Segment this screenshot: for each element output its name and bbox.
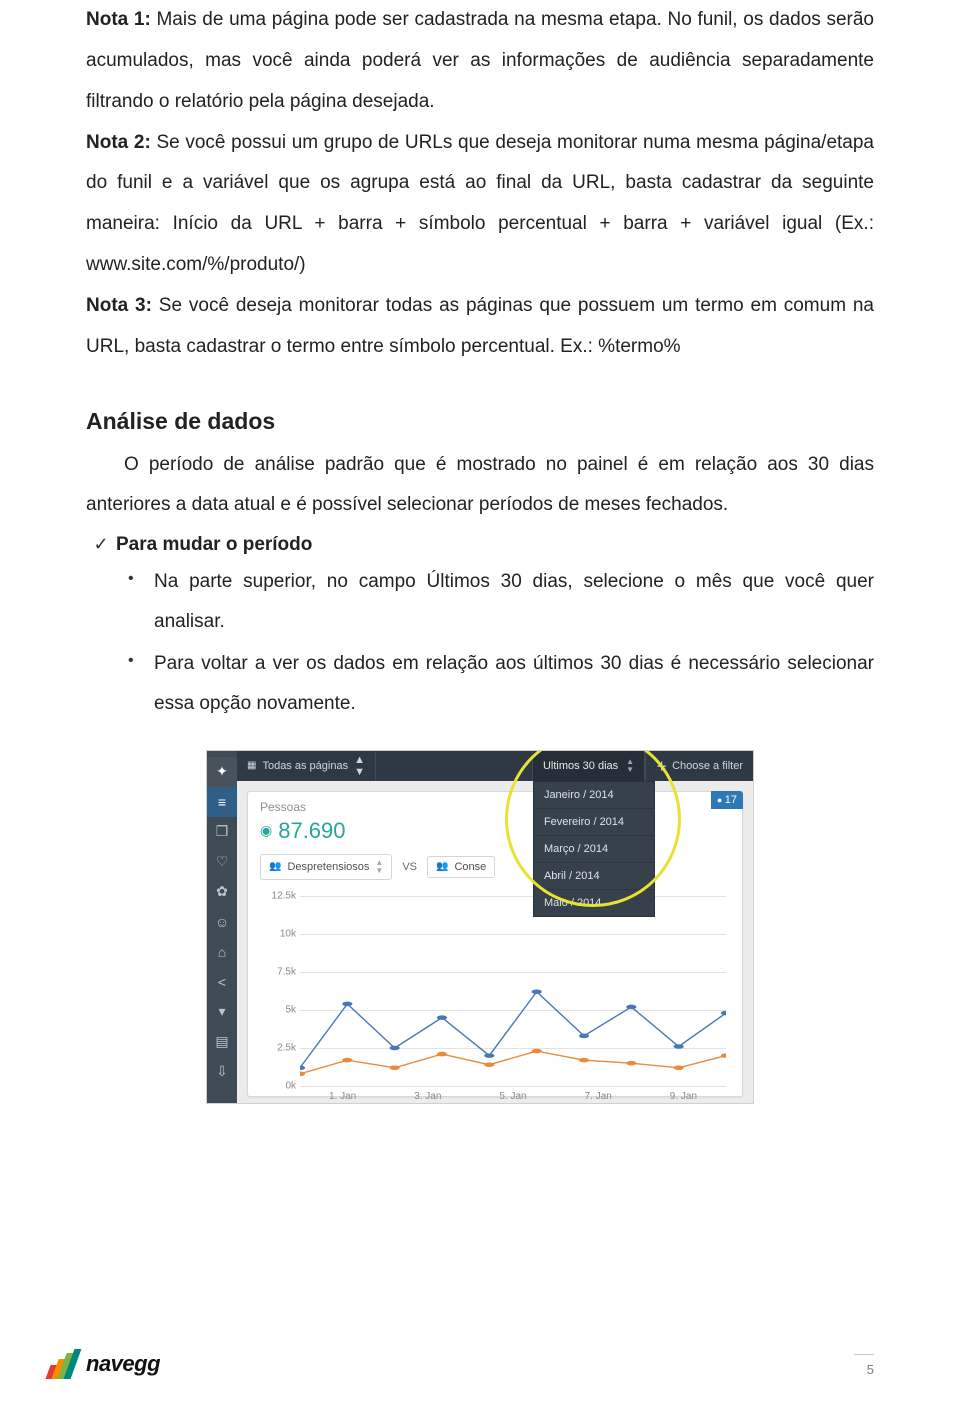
compare-left[interactable]: 👥 Despretensiosos ▲▼ xyxy=(260,854,392,880)
pessoas-value: ◉ 87.690 xyxy=(260,818,730,844)
sidebar-calendar-icon[interactable]: ▤ xyxy=(207,1027,237,1057)
brand-mark-icon xyxy=(48,1349,78,1379)
section-body-1: O período de análise padrão que é mostra… xyxy=(86,445,874,527)
nota1-text: Mais de uma página pode ser cadastrada n… xyxy=(86,9,874,112)
nota1-label: Nota 1: xyxy=(86,9,151,30)
target-icon: ◉ xyxy=(260,822,272,839)
y-tick-label: 12.5k xyxy=(256,890,300,901)
compare-left-label: Despretensiosos xyxy=(287,861,369,873)
logo-icon[interactable]: ✦ xyxy=(207,757,237,787)
nota2-label: Nota 2: xyxy=(86,132,151,153)
sidebar-user-icon[interactable]: ☺ xyxy=(207,907,237,937)
section-title: Análise de dados xyxy=(86,408,874,435)
sidebar-gear-icon[interactable]: ✿ xyxy=(207,877,237,907)
checklist-label: Para mudar o período xyxy=(116,534,312,556)
period-option[interactable]: Janeiro / 2014 xyxy=(534,782,654,808)
sidebar-filter-icon[interactable]: ▾ xyxy=(207,997,237,1027)
main-area: 17 Pessoas ◉ 87.690 👥 Despretensiosos ▲▼… xyxy=(237,781,753,1103)
filter-button[interactable]: ＋ Choose a filter xyxy=(645,751,753,781)
nota2-paragraph: Nota 2: Se você possui um grupo de URLs … xyxy=(86,123,874,286)
pages-icon: ▦ xyxy=(247,760,256,771)
sidebar-share-icon[interactable]: < xyxy=(207,967,237,997)
line-chart: 12.5k10k7.5k5k2.5k0k 1. Jan3. Jan5. Jan7… xyxy=(300,896,726,1086)
x-tick-label: 3. Jan xyxy=(385,1091,470,1102)
nota3-label: Nota 3: xyxy=(86,295,152,316)
sidebar-heart-icon[interactable]: ♡ xyxy=(207,847,237,877)
pessoas-label: Pessoas xyxy=(260,800,730,814)
filter-label: Choose a filter xyxy=(672,760,743,772)
sidebar-cube-icon[interactable]: ❒ xyxy=(207,817,237,847)
sidebar-tag-icon[interactable]: ⌂ xyxy=(207,937,237,967)
x-tick-label: 9. Jan xyxy=(641,1091,726,1102)
nota2-text: Se você possui um grupo de URLs que dese… xyxy=(86,132,874,276)
nota3-text: Se você deseja monitorar todas as página… xyxy=(86,295,874,357)
pessoas-number: 87.690 xyxy=(278,818,345,844)
y-tick-label: 0k xyxy=(256,1080,300,1091)
sidebar-download-icon[interactable]: ⇩ xyxy=(207,1057,237,1087)
y-tick-label: 2.5k xyxy=(256,1042,300,1053)
page-footer: navegg 5 xyxy=(0,1323,960,1383)
topbar: ▦ Todas as páginas ▲▼ Ultimos 30 dias ▲▼… xyxy=(237,751,753,781)
x-tick-label: 5. Jan xyxy=(470,1091,555,1102)
x-tick-label: 1. Jan xyxy=(300,1091,385,1102)
period-option[interactable]: Maio / 2014 xyxy=(534,889,654,916)
bullet-item-1: Na parte superior, no campo Últimos 30 d… xyxy=(128,562,874,642)
compare-right-label: Conse xyxy=(454,861,486,873)
period-option[interactable]: Março / 2014 xyxy=(534,835,654,862)
checklist-item: ✓ Para mudar o período xyxy=(86,534,874,556)
check-icon: ✓ xyxy=(86,534,116,555)
y-tick-label: 10k xyxy=(256,928,300,939)
y-tick-label: 7.5k xyxy=(256,966,300,977)
compare-row: 👥 Despretensiosos ▲▼ VS 👥 Conse xyxy=(260,854,730,880)
period-option[interactable]: Fevereiro / 2014 xyxy=(534,808,654,835)
badge: 17 xyxy=(711,791,743,809)
nota1-paragraph: Nota 1: Mais de uma página pode ser cada… xyxy=(86,0,874,123)
x-tick-label: 7. Jan xyxy=(556,1091,641,1102)
period-option[interactable]: Abril / 2014 xyxy=(534,862,654,889)
vs-text: VS xyxy=(402,861,417,873)
people-icon: 👥 xyxy=(269,861,281,872)
footer-divider xyxy=(854,1354,874,1355)
sidebar: ✦ ≡ ❒ ♡ ✿ ☺ ⌂ < ▾ ▤ ⇩ xyxy=(207,751,237,1103)
period-selector[interactable]: Ultimos 30 dias ▲▼ xyxy=(532,751,645,781)
y-tick-label: 5k xyxy=(256,1004,300,1015)
embedded-dashboard: ✦ ≡ ❒ ♡ ✿ ☺ ⌂ < ▾ ▤ ⇩ ▦ Todas as páginas… xyxy=(206,750,754,1104)
brand-logo: navegg xyxy=(48,1349,160,1379)
period-dropdown: Janeiro / 2014Fevereiro / 2014Março / 20… xyxy=(533,781,655,917)
bullet1-prefix: Na parte superior, no campo xyxy=(154,571,427,592)
people-icon: 👥 xyxy=(436,861,448,872)
page-number: 5 xyxy=(867,1362,874,1377)
nota3-paragraph: Nota 3: Se você deseja monitorar todas a… xyxy=(86,286,874,368)
sidebar-chart-icon[interactable]: ≡ xyxy=(207,787,237,817)
brand-text: navegg xyxy=(86,1351,160,1377)
compare-right[interactable]: 👥 Conse xyxy=(427,856,495,878)
bullet-list: Na parte superior, no campo Últimos 30 d… xyxy=(86,562,874,724)
pages-sort-icon: ▲▼ xyxy=(354,754,365,778)
pessoas-card: 17 Pessoas ◉ 87.690 👥 Despretensiosos ▲▼… xyxy=(247,791,743,1097)
bullet1-bold: Últimos 30 dias xyxy=(427,571,568,592)
period-sort-icon: ▲▼ xyxy=(626,758,634,774)
pages-label: Todas as páginas xyxy=(262,760,348,772)
period-label: Ultimos 30 dias xyxy=(543,760,618,772)
bullet-item-2: Para voltar a ver os dados em relação ao… xyxy=(128,644,874,724)
pages-selector[interactable]: ▦ Todas as páginas ▲▼ xyxy=(237,751,376,781)
plus-icon: ＋ xyxy=(656,758,667,774)
sort-icon: ▲▼ xyxy=(375,859,383,875)
